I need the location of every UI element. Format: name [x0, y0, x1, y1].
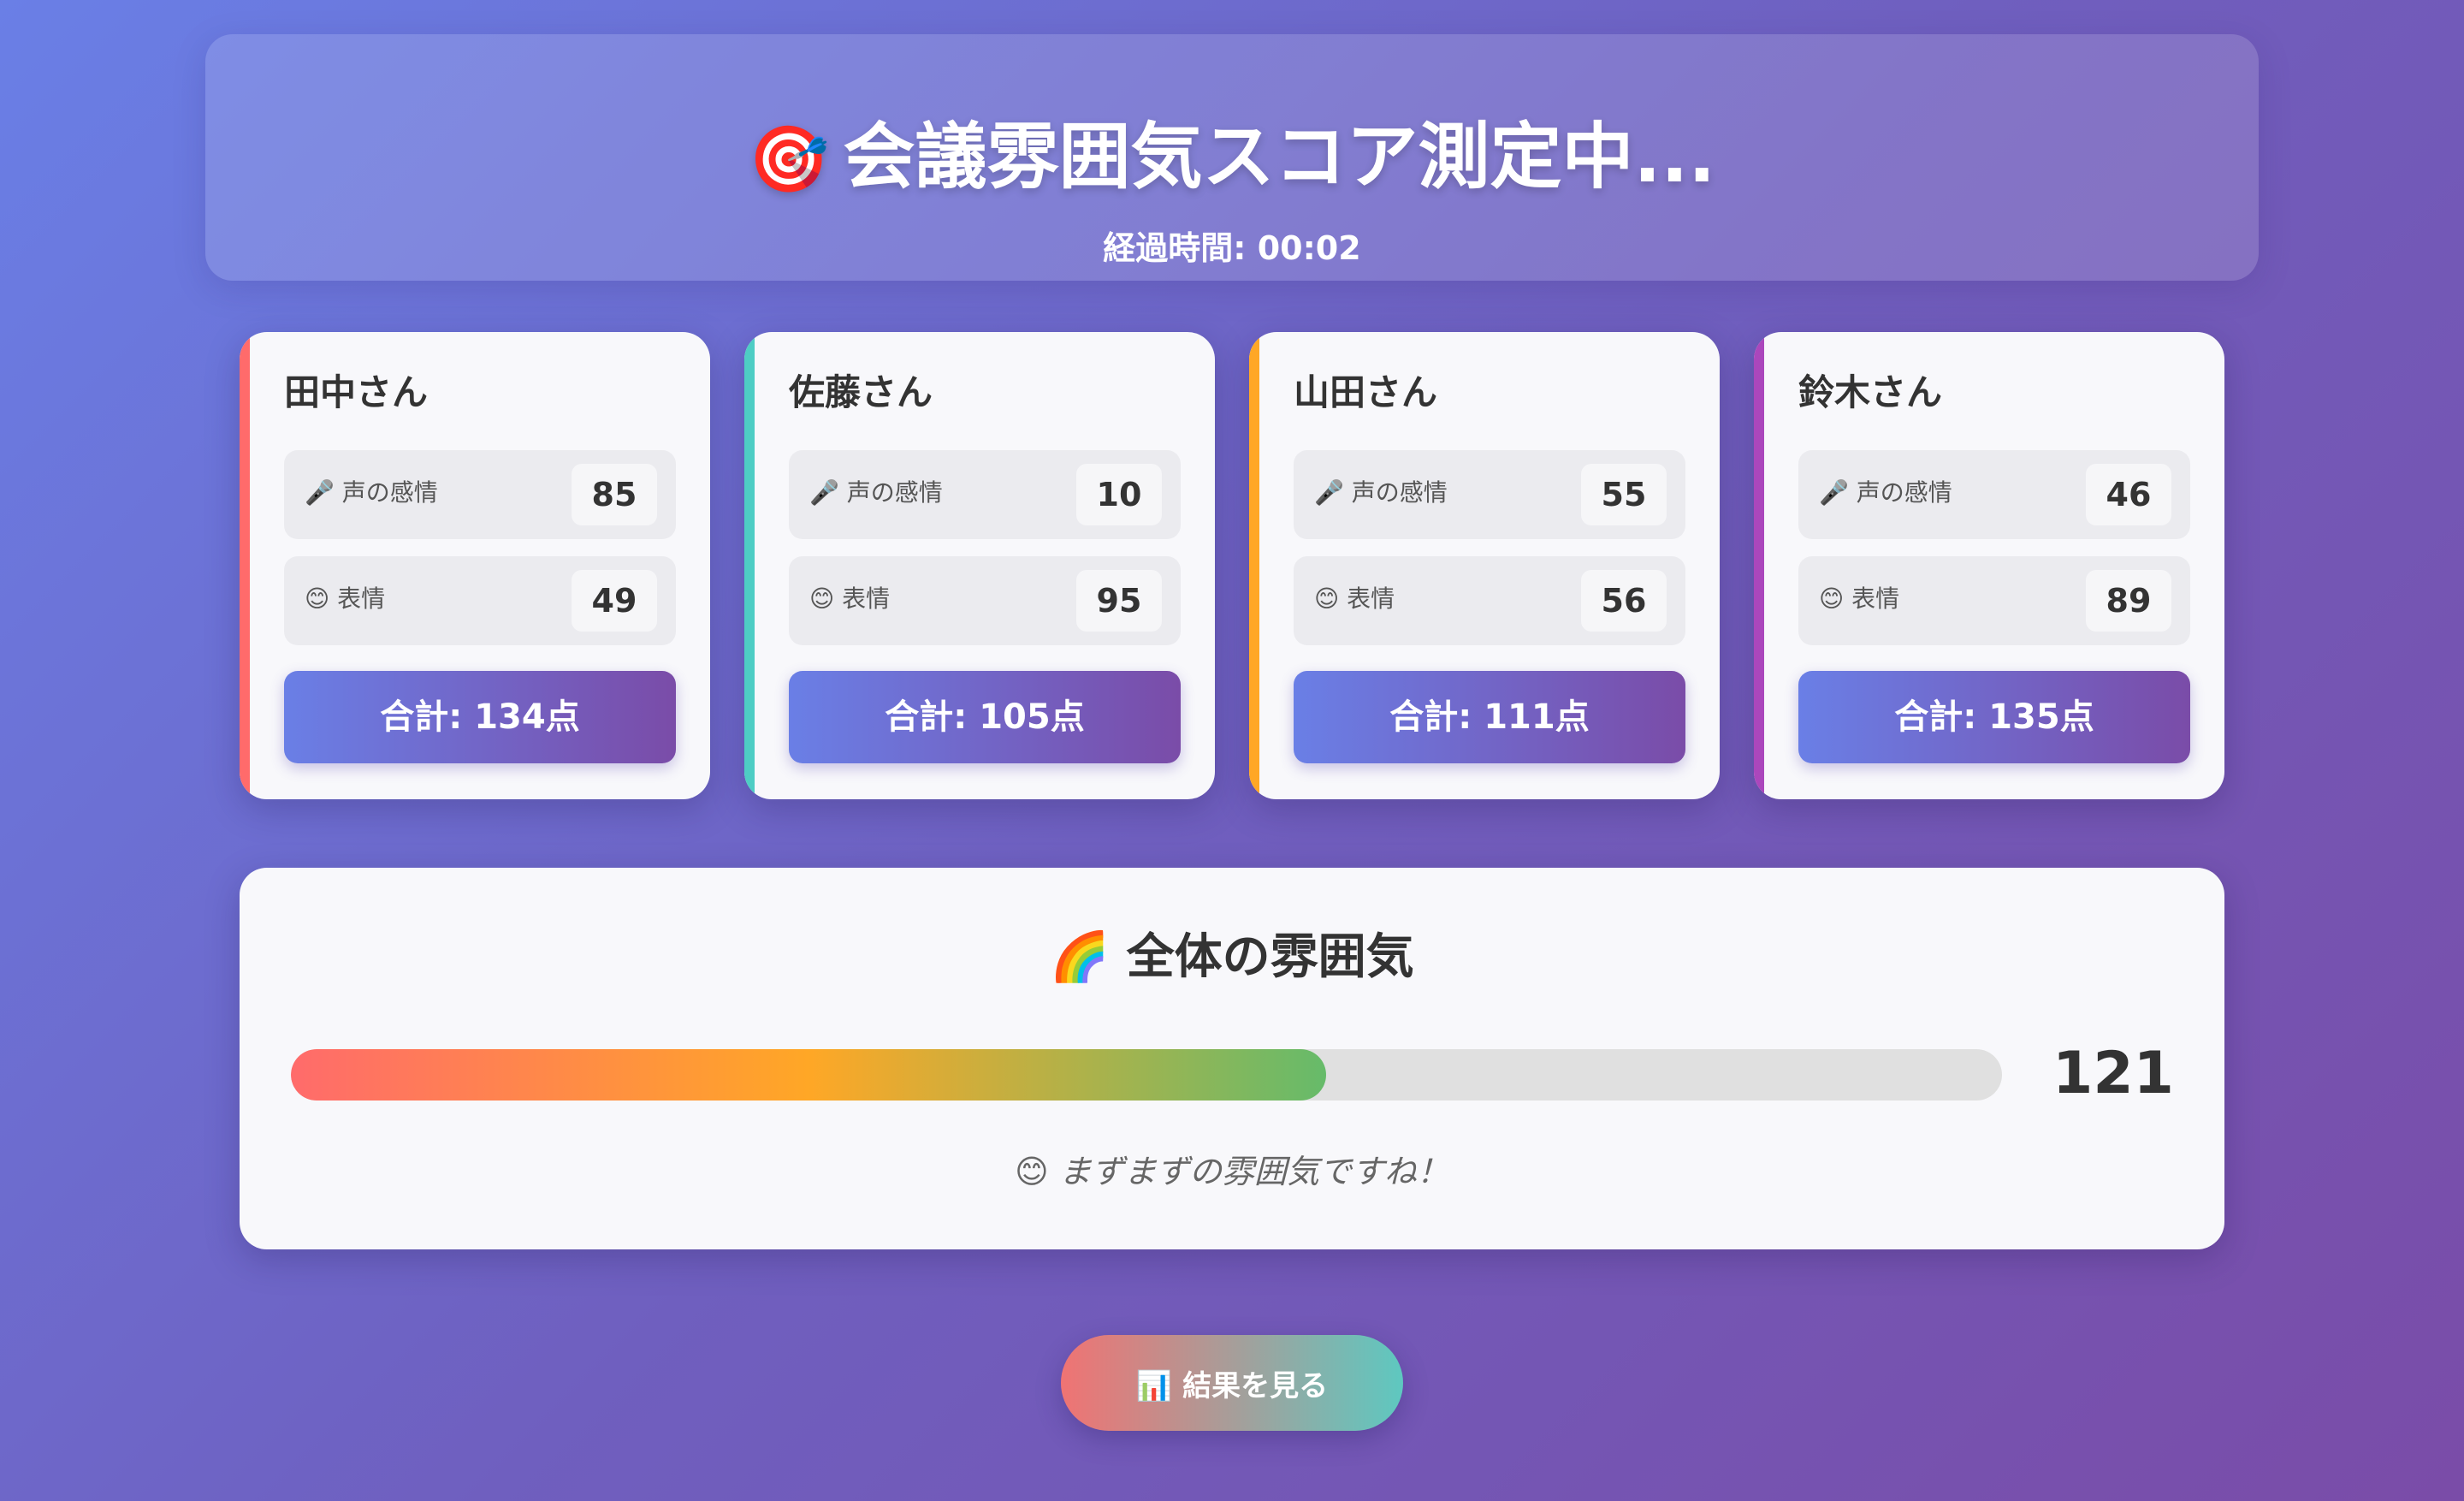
face-score: 56 [1581, 570, 1667, 632]
card-accent [1754, 332, 1764, 799]
atmosphere-progress-fill [291, 1049, 1326, 1101]
total-score: 合計: 105点 [789, 671, 1181, 763]
page-title: 🎯 会議雰囲気スコア測定中... [205, 110, 2259, 206]
overall-title: 🌈 全体の雰囲気 [1050, 929, 1414, 985]
voice-metric: 🎤 声の感情 46 [1798, 450, 2190, 539]
participant-card: 佐藤さん 🎤 声の感情 10 😊 表情 95 合計: 105点 [744, 332, 1215, 799]
voice-metric: 🎤 声の感情 55 [1294, 450, 1685, 539]
page-title-text: 会議雰囲気スコア測定中... [843, 115, 1716, 199]
view-results-button[interactable]: 📊 結果を見る [1061, 1335, 1403, 1431]
voice-score: 85 [572, 464, 657, 525]
face-score: 49 [572, 570, 657, 632]
face-label: 😊 表情 [809, 584, 891, 613]
face-score: 89 [2086, 570, 2171, 632]
elapsed-time: 経過時間: 00:02 [1103, 229, 1361, 267]
voice-score: 55 [1581, 464, 1667, 525]
voice-metric: 🎤 声の感情 85 [284, 450, 676, 539]
face-label: 😊 表情 [1819, 584, 1900, 613]
voice-score: 46 [2086, 464, 2171, 525]
face-score: 95 [1076, 570, 1162, 632]
overall-score: 121 [2052, 1040, 2174, 1107]
voice-metric: 🎤 声の感情 10 [789, 450, 1181, 539]
card-accent [240, 332, 250, 799]
card-accent [1249, 332, 1259, 799]
atmosphere-message: 😊 まずまずの雰囲気ですね！ [1015, 1153, 1449, 1190]
participant-card: 鈴木さん 🎤 声の感情 46 😊 表情 89 合計: 135点 [1754, 332, 2224, 799]
participant-card: 田中さん 🎤 声の感情 85 😊 表情 49 合計: 134点 [240, 332, 710, 799]
voice-label: 🎤 声の感情 [1819, 478, 1952, 507]
face-label: 😊 表情 [1314, 584, 1395, 613]
participant-name: 山田さん [1294, 371, 1438, 413]
face-label: 😊 表情 [305, 584, 386, 613]
voice-label: 🎤 声の感情 [305, 478, 438, 507]
header-panel: 🎯 会議雰囲気スコア測定中... 経過時間: 00:02 [205, 34, 2259, 281]
overall-atmosphere-panel: 🌈 全体の雰囲気 121 😊 まずまずの雰囲気ですね！ [240, 868, 2224, 1249]
face-metric: 😊 表情 56 [1294, 556, 1685, 645]
total-score: 合計: 111点 [1294, 671, 1685, 763]
participant-name: 田中さん [284, 371, 429, 413]
total-score: 合計: 134点 [284, 671, 676, 763]
face-metric: 😊 表情 49 [284, 556, 676, 645]
target-icon: 🎯 [748, 121, 830, 197]
voice-label: 🎤 声の感情 [809, 478, 943, 507]
participant-name: 佐藤さん [789, 371, 933, 413]
voice-score: 10 [1076, 464, 1162, 525]
participant-card: 山田さん 🎤 声の感情 55 😊 表情 56 合計: 111点 [1249, 332, 1720, 799]
face-metric: 😊 表情 89 [1798, 556, 2190, 645]
participant-name: 鈴木さん [1798, 371, 1943, 413]
face-metric: 😊 表情 95 [789, 556, 1181, 645]
voice-label: 🎤 声の感情 [1314, 478, 1448, 507]
card-accent [744, 332, 755, 799]
total-score: 合計: 135点 [1798, 671, 2190, 763]
atmosphere-progress-bar [291, 1049, 2002, 1101]
